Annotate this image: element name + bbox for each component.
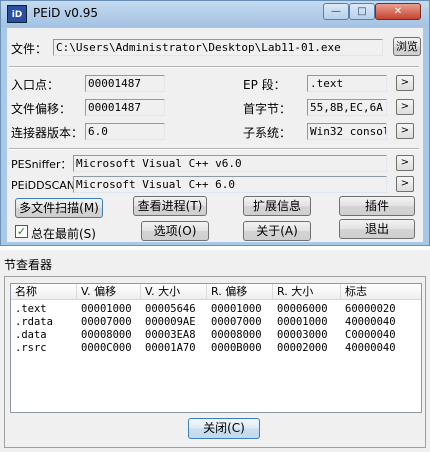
- table-row[interactable]: .data 00008000 00003EA8 00008000 0000300…: [11, 329, 421, 342]
- section-viewer-title: 节查看器: [4, 258, 53, 272]
- table-row[interactable]: .rsrc 0000C000 00001A70 0000B000 0000200…: [11, 342, 421, 355]
- first-bytes-label: 首字节：: [243, 102, 292, 116]
- flags: 40000040: [345, 316, 396, 328]
- table-row[interactable]: .text 00001000 00005646 00001000 0000600…: [11, 303, 421, 316]
- subsystem-field[interactable]: Win32 console: [307, 123, 387, 140]
- r-offset: 00008000: [211, 329, 262, 341]
- always-on-top-checkbox[interactable]: ✓: [15, 225, 28, 238]
- flags: 40000040: [345, 342, 396, 354]
- peid-client-area: 文件： C:\Users\Administrator\Desktop\Lab11…: [7, 28, 423, 242]
- about-button[interactable]: 关于(A): [243, 221, 311, 241]
- linker-version-field[interactable]: 6.0: [85, 123, 165, 140]
- first-bytes-field[interactable]: 55,8B,EC,6A: [307, 99, 387, 116]
- r-size: 00006000: [277, 303, 328, 315]
- first-bytes-arrow-button[interactable]: >: [396, 99, 414, 115]
- window-title: PEiD v0.95: [33, 6, 99, 20]
- v-size: 00005646: [145, 303, 196, 315]
- close-section-viewer-button[interactable]: 关闭(C): [188, 418, 260, 439]
- plugins-button[interactable]: 插件: [339, 196, 415, 216]
- r-size: 00001000: [277, 316, 328, 328]
- section-name: .data: [15, 329, 47, 341]
- view-process-button[interactable]: 查看进程(T): [133, 196, 207, 216]
- title-bar[interactable]: iD PEiD v0.95 — □ ✕: [1, 1, 429, 27]
- section-name: .text: [15, 303, 47, 315]
- browse-button[interactable]: 浏览: [393, 37, 421, 56]
- v-size: 00001A70: [145, 342, 196, 354]
- peid-window: iD PEiD v0.95 — □ ✕ 文件： C:\Users\Adminis…: [0, 0, 430, 246]
- ep-section-label: EP 段：: [243, 78, 286, 92]
- separator: [9, 148, 419, 150]
- maximize-button[interactable]: □: [349, 3, 375, 20]
- subsystem-label: 子系统：: [243, 126, 292, 140]
- v-size: 000009AE: [145, 316, 196, 328]
- file-offset-label: 文件偏移：: [11, 102, 72, 116]
- peiddscan-field[interactable]: Microsoft Visual C++ 6.0: [73, 176, 387, 193]
- section-table[interactable]: 名称 V. 偏移 V. 大小 R. 偏移 R. 大小 标志 .text 0000…: [10, 283, 422, 413]
- extensions-button[interactable]: 扩展信息: [243, 196, 311, 216]
- flags: 60000020: [345, 303, 396, 315]
- file-offset-field[interactable]: 00001487: [85, 99, 165, 116]
- column-header-r-offset[interactable]: R. 偏移: [207, 284, 273, 300]
- column-header-flags[interactable]: 标志: [341, 284, 421, 300]
- exit-button[interactable]: 退出: [339, 219, 415, 239]
- r-offset: 00007000: [211, 316, 262, 328]
- pesniffer-field[interactable]: Microsoft Visual C++ v6.0: [73, 155, 387, 172]
- section-table-header: 名称 V. 偏移 V. 大小 R. 偏移 R. 大小 标志: [11, 284, 421, 300]
- column-header-r-size[interactable]: R. 大小: [273, 284, 341, 300]
- section-name: .rdata: [15, 316, 53, 328]
- column-header-name[interactable]: 名称: [11, 284, 77, 300]
- multi-scan-button[interactable]: 多文件扫描(M): [15, 198, 103, 218]
- v-offset: 0000C000: [81, 342, 132, 354]
- always-on-top-label[interactable]: 总在最前(S): [31, 225, 96, 242]
- linker-version-label: 连接器版本：: [11, 126, 84, 140]
- minimize-button[interactable]: —: [323, 3, 349, 20]
- file-path-field[interactable]: C:\Users\Administrator\Desktop\Lab11-01.…: [53, 39, 383, 56]
- options-button[interactable]: 选项(O): [141, 221, 209, 241]
- v-offset: 00008000: [81, 329, 132, 341]
- subsystem-arrow-button[interactable]: >: [396, 123, 414, 139]
- pesniffer-label: PESniffer：: [11, 158, 72, 171]
- peiddscan-arrow-button[interactable]: >: [396, 176, 414, 192]
- section-name: .rsrc: [15, 342, 47, 354]
- v-offset: 00007000: [81, 316, 132, 328]
- file-label: 文件：: [11, 42, 48, 56]
- entry-point-label: 入口点：: [11, 78, 60, 92]
- ep-section-field[interactable]: .text: [307, 75, 387, 92]
- r-size: 00003000: [277, 329, 328, 341]
- r-offset: 00001000: [211, 303, 262, 315]
- ep-section-arrow-button[interactable]: >: [396, 75, 414, 91]
- column-header-v-offset[interactable]: V. 偏移: [77, 284, 141, 300]
- close-window-button[interactable]: ✕: [375, 3, 421, 20]
- separator: [9, 66, 419, 68]
- app-icon: iD: [7, 5, 27, 23]
- table-row[interactable]: .rdata 00007000 000009AE 00007000 000010…: [11, 316, 421, 329]
- r-offset: 0000B000: [211, 342, 262, 354]
- v-size: 00003EA8: [145, 329, 196, 341]
- v-offset: 00001000: [81, 303, 132, 315]
- entry-point-field[interactable]: 00001487: [85, 75, 165, 92]
- r-size: 00002000: [277, 342, 328, 354]
- flags: C0000040: [345, 329, 396, 341]
- pesniffer-arrow-button[interactable]: >: [396, 155, 414, 171]
- column-header-v-size[interactable]: V. 大小: [141, 284, 207, 300]
